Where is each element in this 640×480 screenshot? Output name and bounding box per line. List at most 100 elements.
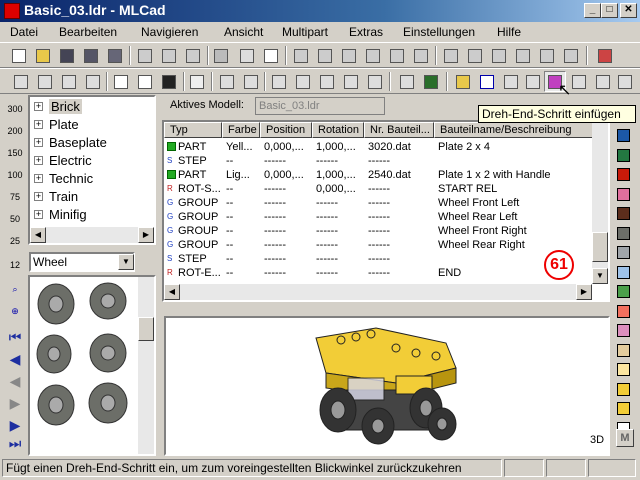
- col-part-number[interactable]: Nr. Bauteil...: [364, 122, 434, 138]
- copy-icon[interactable]: [158, 45, 180, 66]
- prev-step-icon[interactable]: ◀: [6, 350, 24, 368]
- table-row[interactable]: S STEP -- ------ ------ ------: [164, 154, 592, 168]
- 3d-viewport[interactable]: 3D: [164, 316, 610, 456]
- zoom-12-label[interactable]: 12: [6, 256, 24, 274]
- menu-extras[interactable]: Extras: [349, 25, 383, 39]
- color-swatch[interactable]: [617, 207, 630, 220]
- maximize-button[interactable]: □: [601, 3, 618, 18]
- table-row[interactable]: G GROUP -- ------ ------ ------ Wheel Rear Lef…: [164, 210, 592, 224]
- table-scroll-thumb[interactable]: [592, 232, 608, 262]
- move-left-icon[interactable]: [290, 45, 312, 66]
- color-swatch[interactable]: [617, 129, 630, 142]
- close-button[interactable]: ✕: [620, 3, 637, 18]
- table-hscroll[interactable]: ◀ ▶: [164, 284, 592, 300]
- light-off-icon[interactable]: [316, 71, 338, 92]
- insert-rotstep-icon[interactable]: [522, 71, 544, 92]
- zoom-25-label[interactable]: 25: [6, 232, 24, 250]
- save-icon[interactable]: [56, 45, 78, 66]
- color-swatch[interactable]: [617, 226, 630, 240]
- properties-icon[interactable]: [236, 45, 258, 66]
- delete-icon[interactable]: [240, 71, 262, 92]
- color-swatch[interactable]: [617, 324, 630, 337]
- menu-datei[interactable]: Datei: [10, 25, 38, 39]
- next-step-icon[interactable]: ▶: [6, 416, 24, 434]
- hash-icon[interactable]: [396, 71, 418, 92]
- insert-buffer-icon[interactable]: [592, 71, 614, 92]
- col-description[interactable]: Bauteilname/Beschreibung: [434, 122, 594, 138]
- cut-icon[interactable]: [134, 45, 156, 66]
- table-scroll-left[interactable]: ◀: [164, 284, 180, 300]
- edit-icon[interactable]: [34, 71, 56, 92]
- grid-icon[interactable]: [10, 71, 32, 92]
- color-swatch[interactable]: [617, 265, 630, 279]
- grid-medium-icon[interactable]: [134, 71, 156, 92]
- print-icon[interactable]: [210, 45, 232, 66]
- save-all-icon[interactable]: [80, 45, 102, 66]
- tree-item-electric[interactable]: + Electric: [34, 151, 92, 169]
- light-on-icon[interactable]: [340, 71, 362, 92]
- table-row[interactable]: PART Yell... 0,000,... 1,000,... 3020.dat Pla…: [164, 140, 592, 154]
- zoom-200-label[interactable]: 200: [6, 122, 24, 140]
- insert-clear-icon[interactable]: [614, 71, 636, 92]
- zoom-150-label[interactable]: 150: [6, 144, 24, 162]
- tree-hscroll-track[interactable]: [46, 227, 138, 243]
- no-target-icon[interactable]: [292, 71, 314, 92]
- move-down-icon[interactable]: [362, 45, 384, 66]
- rotate-reset-icon[interactable]: [536, 45, 558, 66]
- table-scroll-down[interactable]: ▼: [592, 268, 608, 284]
- menu-bearbeiten[interactable]: Bearbeiten: [59, 25, 117, 39]
- first-step-icon[interactable]: ⏮: [6, 328, 24, 346]
- table-row[interactable]: G GROUP -- ------ ------ ------ Wheel Front Le…: [164, 196, 592, 210]
- zoom-icon[interactable]: [82, 71, 104, 92]
- color-swatch[interactable]: [617, 304, 630, 318]
- chevron-down-icon[interactable]: ▼: [118, 254, 134, 270]
- menu-hilfe[interactable]: Hilfe: [497, 25, 521, 39]
- rotate-z-icon[interactable]: [488, 45, 510, 66]
- color-swatch[interactable]: [617, 187, 630, 201]
- open-folder-icon[interactable]: [32, 45, 54, 66]
- color-swatch[interactable]: [617, 285, 630, 298]
- insert-part-icon[interactable]: [452, 71, 474, 92]
- move-icon[interactable]: [58, 71, 80, 92]
- zoom-75-label[interactable]: 75: [6, 188, 24, 206]
- grid-coarse-icon[interactable]: [158, 71, 180, 92]
- more-colors-button[interactable]: M: [616, 429, 634, 447]
- active-model-field[interactable]: Basic_03.ldr: [255, 97, 385, 115]
- gallery-scroll-thumb[interactable]: [138, 317, 154, 341]
- tree-item-baseplate[interactable]: + Baseplate: [34, 133, 107, 151]
- menu-ansicht[interactable]: Ansicht: [224, 25, 263, 39]
- zoom-50-label[interactable]: 50: [6, 210, 24, 228]
- col-rotation[interactable]: Rotation: [312, 122, 364, 138]
- tree-item-plate[interactable]: + Plate: [34, 115, 79, 133]
- insert-step-icon[interactable]: [500, 71, 522, 92]
- zoom-fit-icon[interactable]: ⌕: [6, 280, 24, 298]
- zoom-300-label[interactable]: 300: [6, 100, 24, 118]
- move-right-icon[interactable]: [314, 45, 336, 66]
- table-row[interactable]: R ROT-E... -- ------ ------ ------ END: [164, 266, 592, 280]
- rotate-free-icon[interactable]: [560, 45, 582, 66]
- target-icon[interactable]: [268, 71, 290, 92]
- table-vscroll[interactable]: ▼: [592, 122, 608, 284]
- tree-item-minifig[interactable]: + Minifig: [34, 205, 87, 223]
- move-back-icon[interactable]: [410, 45, 432, 66]
- paste-icon[interactable]: [182, 45, 204, 66]
- color-swatch[interactable]: [617, 148, 630, 162]
- tree-item-brick[interactable]: + Brick: [34, 97, 82, 115]
- move-up-icon[interactable]: [338, 45, 360, 66]
- minimize-button[interactable]: _: [584, 3, 601, 18]
- forward-icon[interactable]: ▶: [6, 394, 24, 412]
- zoom-lens-icon[interactable]: ⊕: [6, 302, 24, 320]
- tree-item-technic[interactable]: + Technic: [34, 169, 93, 187]
- help-icon[interactable]: [260, 45, 282, 66]
- menu-einstellungen[interactable]: Einstellungen: [403, 25, 475, 39]
- gallery-vscroll[interactable]: [138, 277, 154, 454]
- color-swatch[interactable]: [617, 363, 630, 376]
- color-swatch[interactable]: [617, 402, 630, 415]
- col-farbe[interactable]: Farbe: [222, 122, 260, 138]
- anchor-icon[interactable]: [216, 71, 238, 92]
- color-swatch[interactable]: [617, 382, 630, 396]
- pencil-icon[interactable]: [186, 71, 208, 92]
- minifig-icon[interactable]: [420, 71, 442, 92]
- brick-icon[interactable]: [594, 45, 616, 66]
- back-icon[interactable]: ◀: [6, 372, 24, 390]
